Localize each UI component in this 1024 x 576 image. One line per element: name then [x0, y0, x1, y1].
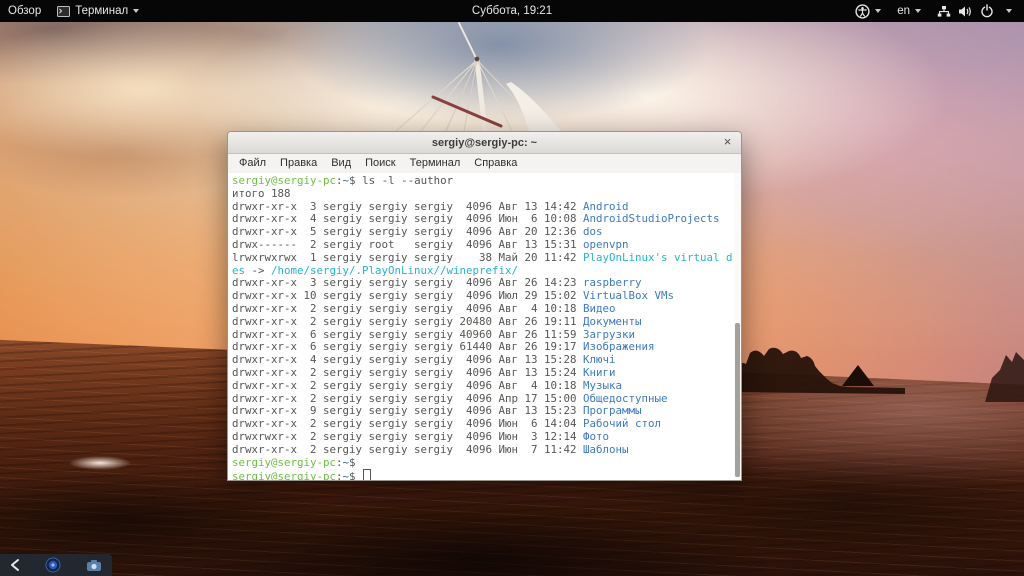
top-bar-right: en — [847, 0, 1024, 22]
chevron-down-icon — [875, 9, 882, 13]
terminal-cursor — [363, 469, 372, 480]
power-icon — [980, 4, 994, 18]
activities-label: Обзор — [8, 5, 42, 17]
menu-view[interactable]: Вид — [324, 154, 358, 173]
chevron-down-icon — [1006, 9, 1012, 13]
menu-terminal[interactable]: Терминал — [403, 154, 468, 173]
close-button[interactable]: × — [719, 134, 736, 151]
network-wired-icon — [937, 5, 951, 18]
keyboard-layout-label: en — [897, 5, 910, 17]
terminal-line: sergiy@sergiy-pc:~$ — [232, 469, 741, 480]
bottom-left-overlay — [0, 554, 112, 576]
chevron-down-icon — [133, 9, 140, 13]
back-chevron-icon[interactable] — [10, 558, 20, 572]
activities-button[interactable]: Обзор — [0, 0, 49, 22]
chevron-down-icon — [915, 9, 921, 13]
menu-file[interactable]: Файл — [232, 154, 273, 173]
top-bar: Обзор Терминал Суббота, 19:21 en — [0, 0, 1024, 22]
scrollbar-track[interactable] — [734, 173, 741, 480]
clock-button[interactable]: Суббота, 19:21 — [464, 0, 560, 22]
terminal-line: sergiy@sergiy-pc:~$ — [232, 455, 363, 469]
terminal-line: sergiy@sergiy-pc:~$ ls -l --author — [232, 174, 454, 187]
terminal-output: sergiy@sergiy-pc:~$ ls -l --author итого … — [232, 174, 741, 480]
clock-label: Суббота, 19:21 — [471, 5, 553, 17]
menu-search[interactable]: Поиск — [358, 154, 402, 173]
terminal-icon — [57, 5, 71, 17]
keyboard-layout-menu[interactable]: en — [889, 0, 929, 22]
menu-help[interactable]: Справка — [467, 154, 524, 173]
terminal-title-bar[interactable]: sergiy@sergiy-pc: ~ × — [228, 132, 741, 154]
camera-icon[interactable] — [86, 559, 102, 572]
desktop: Обзор Терминал Суббота, 19:21 en sergiy@… — [0, 0, 1024, 576]
compass-icon[interactable] — [45, 557, 61, 573]
terminal-menu-bar: Файл Правка Вид Поиск Терминал Справка — [228, 154, 741, 173]
window-title: sergiy@sergiy-pc: ~ — [431, 136, 538, 149]
app-menu-label: Терминал — [75, 5, 129, 17]
system-menu[interactable] — [929, 0, 1020, 22]
terminal-body[interactable]: sergiy@sergiy-pc:~$ ls -l --author итого … — [228, 173, 741, 480]
accessibility-menu[interactable] — [847, 0, 889, 22]
accessibility-icon — [855, 3, 870, 19]
volume-icon — [958, 5, 973, 18]
terminal-window: sergiy@sergiy-pc: ~ × Файл Правка Вид По… — [227, 131, 742, 481]
menu-edit[interactable]: Правка — [273, 154, 324, 173]
scrollbar-thumb[interactable] — [735, 323, 740, 477]
app-menu-button[interactable]: Терминал — [49, 0, 147, 22]
